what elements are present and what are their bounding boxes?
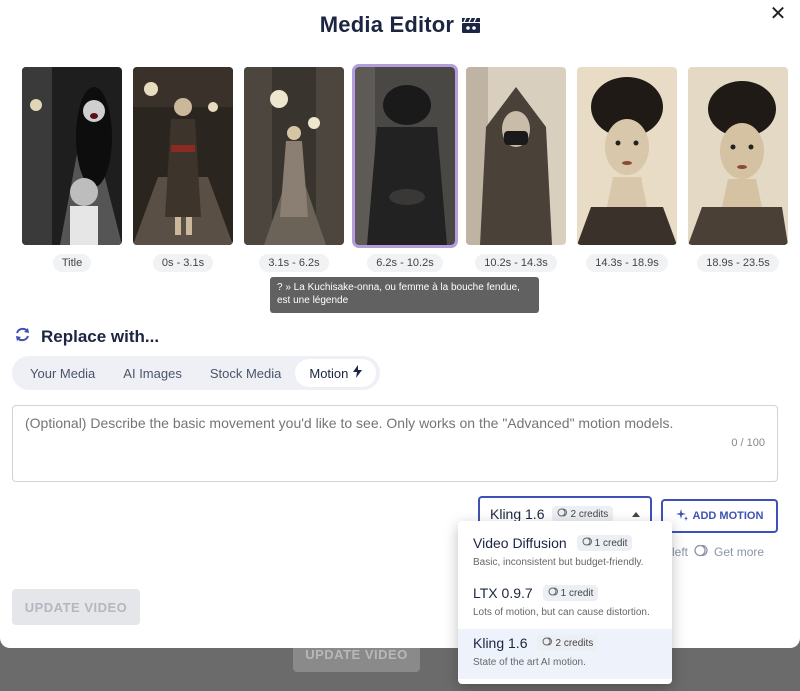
thumbnail-label: 10.2s - 14.3s — [475, 254, 557, 272]
thumbnail-tooltip: ? » La Kuchisake-onna, ou femme à la bou… — [270, 277, 539, 313]
sparkle-icon — [675, 508, 688, 524]
replace-label: Replace with... — [41, 327, 160, 346]
model-option-video-diffusion[interactable]: Video Diffusion 1 credit Basic, inconsis… — [458, 529, 672, 579]
credits-info: left Get more — [672, 544, 764, 560]
model-option-name: LTX 0.9.7 — [473, 585, 533, 601]
media-editor-modal: ✕ Media Editor Title 0s - 3.1s 3.1s - 6.… — [0, 0, 800, 684]
tab-your-media[interactable]: Your Media — [16, 360, 109, 387]
caret-up-icon — [632, 511, 640, 517]
credit-badge: 2 credits — [537, 635, 599, 651]
credit-badge: 2 credits — [552, 506, 614, 522]
replace-section-header: Replace with... — [14, 326, 159, 348]
character-counter: 0 / 100 — [731, 437, 765, 449]
tab-motion[interactable]: Motion — [295, 359, 377, 387]
thumbnail-item[interactable]: Title — [22, 67, 122, 272]
thumbnail-image[interactable] — [466, 67, 566, 245]
coin-icon — [582, 537, 592, 549]
thumbnail-image[interactable] — [244, 67, 344, 245]
model-option-desc: State of the art AI motion. — [473, 657, 586, 668]
thumbnail-label: 3.1s - 6.2s — [259, 254, 329, 272]
thumbnail-item[interactable]: 0s - 3.1s — [133, 67, 233, 272]
credit-badge-text: 1 credit — [560, 587, 594, 599]
model-option-desc: Basic, inconsistent but budget-friendly. — [473, 557, 644, 568]
model-option-name: Kling 1.6 — [473, 635, 528, 651]
page-title: Media Editor — [319, 12, 455, 37]
credit-badge: 1 credit — [576, 535, 633, 551]
tab-ai-images[interactable]: AI Images — [109, 360, 196, 387]
motion-description-input[interactable] — [12, 405, 778, 482]
credit-badge-text: 2 credits — [555, 637, 594, 649]
credits-left-text: left — [672, 545, 689, 559]
model-option-ltx[interactable]: LTX 0.9.7 1 credit Lots of motion, but c… — [458, 579, 672, 629]
thumbnail-image[interactable] — [577, 67, 677, 245]
thumbnail-label: 18.9s - 23.5s — [697, 254, 779, 272]
credit-badge: 1 credit — [542, 585, 599, 601]
model-dropdown-menu: Video Diffusion 1 credit Basic, inconsis… — [458, 521, 672, 684]
credit-badge-text: 1 credit — [594, 537, 628, 549]
thumbnail-label: 0s - 3.1s — [152, 254, 214, 272]
thumbnail-label: Title — [52, 254, 92, 272]
clapperboard-icon — [462, 17, 481, 33]
lightning-icon — [353, 365, 363, 381]
thumbnail-image[interactable] — [133, 67, 233, 245]
tab-stock-media[interactable]: Stock Media — [196, 360, 296, 387]
thumbnail-image[interactable] — [22, 67, 122, 245]
coin-icon — [557, 508, 568, 520]
thumbnail-item[interactable]: 14.3s - 18.9s — [577, 67, 677, 272]
tab-motion-label: Motion — [309, 365, 349, 381]
model-option-desc: Lots of motion, but can cause distortion… — [473, 607, 650, 618]
credit-badge-text: 2 credits — [570, 508, 609, 520]
thumbnail-item[interactable]: 3.1s - 6.2s — [244, 67, 344, 272]
coin-icon — [694, 544, 708, 560]
selected-model-name: Kling 1.6 — [490, 506, 545, 522]
thumbnail-strip: Title 0s - 3.1s 3.1s - 6.2s 6.2s - 10.2s — [22, 64, 788, 272]
get-more-link[interactable]: Get more — [714, 545, 764, 559]
add-motion-button[interactable]: ADD MOTION — [661, 499, 778, 533]
thumbnail-image[interactable] — [688, 67, 788, 245]
source-tabs: Your Media AI Images Stock Media Motion — [12, 356, 381, 390]
model-option-kling[interactable]: Kling 1.6 2 credits State of the art AI … — [458, 629, 672, 679]
update-video-button[interactable]: UPDATE VIDEO — [12, 589, 140, 625]
refresh-icon — [14, 326, 31, 348]
add-motion-label: ADD MOTION — [692, 510, 764, 522]
thumbnail-label: 6.2s - 10.2s — [367, 254, 443, 272]
coin-icon — [548, 587, 558, 599]
header: Media Editor — [0, 12, 800, 38]
thumbnail-label: 14.3s - 18.9s — [586, 254, 668, 272]
model-option-name: Video Diffusion — [473, 535, 567, 551]
thumbnail-item[interactable]: 10.2s - 14.3s — [466, 67, 566, 272]
coin-icon — [542, 637, 553, 649]
thumbnail-image[interactable] — [352, 64, 458, 248]
thumbnail-item[interactable]: 18.9s - 23.5s — [688, 67, 788, 272]
thumbnail-item[interactable]: 6.2s - 10.2s — [352, 64, 458, 272]
